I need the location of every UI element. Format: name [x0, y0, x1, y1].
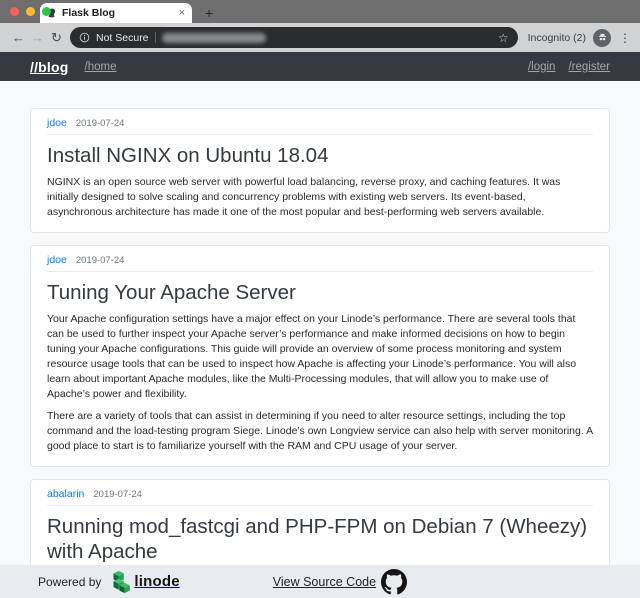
incognito-label: Incognito (2): [528, 32, 586, 44]
bookmark-star-icon[interactable]: ☆: [498, 32, 509, 44]
forward-button[interactable]: →: [28, 31, 47, 44]
powered-by-label: Powered by: [38, 575, 101, 589]
close-window-button[interactable]: [10, 7, 19, 16]
address-bar[interactable]: Not Secure ☆: [70, 27, 518, 48]
view-source-link[interactable]: View Source Code: [273, 575, 376, 589]
security-label: Not Secure: [96, 32, 149, 44]
post-card: jdoe 2019-07-24 Tuning Your Apache Serve…: [30, 245, 610, 467]
post-author-link[interactable]: abalarin: [47, 488, 84, 500]
redacted-url: [162, 33, 266, 43]
page-content: jdoe 2019-07-24 Install NGINX on Ubuntu …: [0, 81, 640, 598]
window-controls: [10, 7, 51, 16]
navbar-brand[interactable]: //blog: [30, 59, 69, 75]
post-metadata: jdoe 2019-07-24: [47, 117, 593, 135]
info-icon[interactable]: [79, 32, 90, 43]
nav-link-home[interactable]: /home: [85, 61, 117, 73]
post-excerpt: Your Apache configuration settings have …: [47, 312, 593, 402]
site-navbar: //blog /home /login /register: [0, 52, 640, 81]
post-author-link[interactable]: jdoe: [47, 117, 67, 129]
post-metadata: abalarin 2019-07-24: [47, 488, 593, 506]
post-title-link[interactable]: Tuning Your Apache Server: [47, 280, 593, 305]
page-footer: Powered by linode: [0, 565, 640, 598]
nav-link-login[interactable]: /login: [528, 61, 556, 73]
browser-tab[interactable]: Flask Blog ×: [40, 3, 192, 23]
maximize-window-button[interactable]: [42, 7, 51, 16]
reload-button[interactable]: ↻: [47, 31, 66, 44]
github-logo-icon[interactable]: [381, 569, 407, 595]
post-excerpt: There are a variety of tools that can as…: [47, 409, 593, 454]
post-date: 2019-07-24: [93, 489, 142, 500]
post-excerpt: NGINX is an open source web server with …: [47, 175, 593, 220]
post-date: 2019-07-24: [76, 118, 125, 129]
post-date: 2019-07-24: [76, 255, 125, 266]
incognito-avatar-icon[interactable]: [593, 29, 611, 47]
post-card: jdoe 2019-07-24 Install NGINX on Ubuntu …: [30, 108, 610, 233]
browser-toolbar: ← → ↻ Not Secure ☆ Incognito (2) ⋮: [0, 23, 640, 52]
back-button[interactable]: ←: [9, 31, 28, 44]
linode-wordmark: linode: [134, 573, 179, 590]
tab-title: Flask Blog: [62, 7, 174, 19]
post-author-link[interactable]: jdoe: [47, 254, 67, 266]
minimize-window-button[interactable]: [26, 7, 35, 16]
browser-menu-icon[interactable]: ⋮: [619, 32, 631, 44]
linode-cubes-icon: [108, 570, 131, 594]
omnibox-separator: [155, 32, 156, 43]
browser-window: Flask Blog × + ← → ↻ Not Secure ☆ Incogn…: [0, 0, 640, 598]
nav-link-register[interactable]: /register: [568, 61, 610, 73]
close-tab-icon[interactable]: ×: [179, 8, 185, 19]
post-title-link[interactable]: Running mod_fastcgi and PHP-FPM on Debia…: [47, 514, 593, 564]
new-tab-button[interactable]: +: [205, 6, 213, 20]
linode-logo-link[interactable]: linode: [108, 570, 179, 594]
post-metadata: jdoe 2019-07-24: [47, 254, 593, 272]
post-title-link[interactable]: Install NGINX on Ubuntu 18.04: [47, 143, 593, 168]
tab-strip: Flask Blog × +: [0, 0, 640, 23]
